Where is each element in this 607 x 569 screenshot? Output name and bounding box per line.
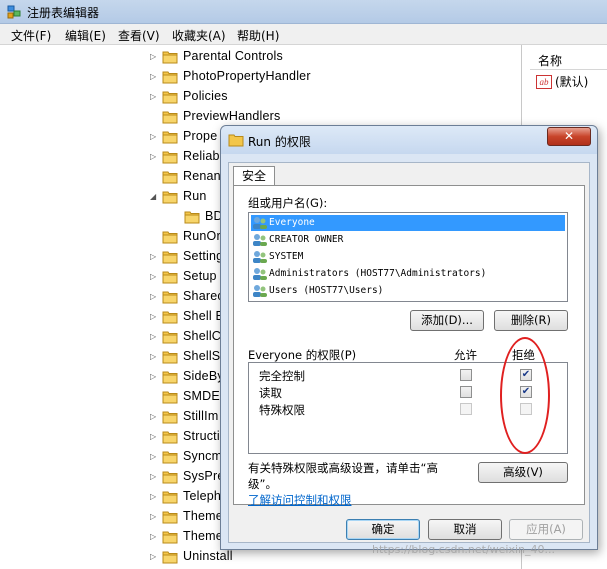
string-value-icon: ab: [536, 74, 552, 89]
users-icon: [253, 284, 267, 297]
folder-icon: [162, 351, 178, 364]
expander-icon[interactable]: ▷: [150, 472, 160, 482]
folder-icon: [162, 251, 178, 264]
group-label: 组或用户名(G):: [248, 196, 328, 210]
folder-icon: [162, 111, 178, 124]
folder-icon: [162, 371, 178, 384]
users-icon: [253, 250, 267, 263]
menu-view[interactable]: 查看(V): [117, 27, 161, 44]
advanced-button[interactable]: 高级(V): [478, 462, 568, 483]
expander-icon[interactable]: ▷: [150, 72, 160, 82]
dialog-title-bar[interactable]: Run 的权限 ✕: [221, 126, 597, 154]
users-icon: [253, 216, 267, 229]
expander-icon[interactable]: ▷: [150, 92, 160, 102]
expander-icon[interactable]: ▷: [150, 452, 160, 462]
folder-icon: [162, 551, 178, 564]
expander-icon[interactable]: ▷: [150, 372, 160, 382]
folder-icon: [162, 231, 178, 244]
remove-button[interactable]: 删除(R): [494, 310, 568, 331]
watermark: https://blog.csdn.net/weixin_40...: [372, 543, 556, 556]
expander-icon[interactable]: ▷: [150, 352, 160, 362]
advanced-info-text-2: 级”。: [248, 477, 277, 491]
permissions-header: Everyone 的权限(P): [248, 348, 357, 362]
value-row-default[interactable]: ab (默认): [536, 73, 588, 91]
expander-icon[interactable]: ▷: [150, 292, 160, 302]
close-button[interactable]: ✕: [547, 127, 591, 146]
folder-icon: [162, 411, 178, 424]
dialog-title: Run 的权限: [248, 135, 311, 149]
folder-icon: [162, 431, 178, 444]
folder-icon: [162, 91, 178, 104]
expander-icon[interactable]: ▷: [150, 52, 160, 62]
list-item[interactable]: CREATOR OWNER: [251, 232, 565, 248]
tab-security[interactable]: 安全: [233, 166, 275, 186]
allow-header: 允许: [454, 348, 477, 362]
apply-button[interactable]: 应用(A): [509, 519, 583, 540]
menu-edit[interactable]: 编辑(E): [64, 27, 107, 44]
menu-favorites[interactable]: 收藏夹(A): [171, 27, 227, 44]
folder-icon: [184, 211, 200, 224]
help-link[interactable]: 了解访问控制和权限: [248, 492, 352, 508]
expander-icon[interactable]: [150, 392, 160, 402]
list-item[interactable]: Everyone: [251, 215, 565, 231]
registry-editor-icon: [7, 5, 21, 19]
folder-icon: [162, 271, 178, 284]
expander-icon[interactable]: ▷: [150, 552, 160, 562]
title-bar: 注册表编辑器: [0, 0, 607, 24]
expander-icon[interactable]: ▷: [150, 532, 160, 542]
folder-icon: [162, 511, 178, 524]
folder-icon: [162, 131, 178, 144]
expander-icon[interactable]: ▷: [150, 512, 160, 522]
expander-icon[interactable]: [150, 232, 160, 242]
window-title: 注册表编辑器: [27, 6, 100, 20]
expander-icon[interactable]: ▷: [150, 312, 160, 322]
cancel-button[interactable]: 取消: [428, 519, 502, 540]
column-header-name[interactable]: 名称: [530, 48, 607, 70]
expander-icon[interactable]: [150, 112, 160, 122]
expander-icon[interactable]: ▷: [150, 272, 160, 282]
users-list[interactable]: Everyone CREATOR OWNER SYSTEM Administra…: [248, 212, 568, 302]
folder-icon: [162, 71, 178, 84]
folder-icon: [162, 491, 178, 504]
expander-icon[interactable]: ▷: [150, 132, 160, 142]
folder-icon: [162, 451, 178, 464]
expander-icon[interactable]: ▷: [150, 412, 160, 422]
folder-icon: [162, 51, 178, 64]
expander-icon[interactable]: ▷: [150, 492, 160, 502]
folder-icon: [162, 531, 178, 544]
permissions-dialog: Run 的权限 ✕ 安全 组或用户名(G): Everyone CREATOR …: [220, 125, 598, 550]
expander-icon[interactable]: ▷: [150, 252, 160, 262]
expander-icon[interactable]: [150, 172, 160, 182]
users-icon: [253, 267, 267, 280]
add-button[interactable]: 添加(D)...: [410, 310, 484, 331]
folder-icon: [162, 311, 178, 324]
list-item[interactable]: Administrators (HOST77\Administrators): [251, 266, 565, 282]
expander-icon[interactable]: ◢: [150, 192, 160, 202]
folder-icon: [162, 191, 178, 204]
folder-icon: [162, 471, 178, 484]
menu-file[interactable]: 文件(F): [10, 27, 52, 44]
advanced-info-text: 有关特殊权限或高级设置，请单击“高: [248, 461, 438, 475]
expander-icon[interactable]: ▷: [150, 432, 160, 442]
expander-icon[interactable]: ▷: [150, 332, 160, 342]
ok-button[interactable]: 确定: [346, 519, 420, 540]
list-item[interactable]: Users (HOST77\Users): [251, 283, 565, 299]
allow-checkbox-full-control[interactable]: [460, 369, 472, 381]
menu-bar: 文件(F) 编辑(E) 查看(V) 收藏夹(A) 帮助(H): [0, 24, 607, 45]
expander-icon[interactable]: ▷: [150, 152, 160, 162]
users-icon: [253, 233, 267, 246]
list-item[interactable]: SYSTEM: [251, 249, 565, 265]
allow-checkbox-special: [460, 403, 472, 415]
folder-icon: [162, 291, 178, 304]
folder-icon: [162, 171, 178, 184]
folder-icon: [162, 151, 178, 164]
folder-icon: [228, 134, 244, 147]
red-annotation-circle: [500, 337, 550, 454]
menu-help[interactable]: 帮助(H): [236, 27, 280, 44]
folder-icon: [162, 391, 178, 404]
folder-icon: [162, 331, 178, 344]
expander-icon[interactable]: [172, 212, 182, 222]
allow-checkbox-read[interactable]: [460, 386, 472, 398]
